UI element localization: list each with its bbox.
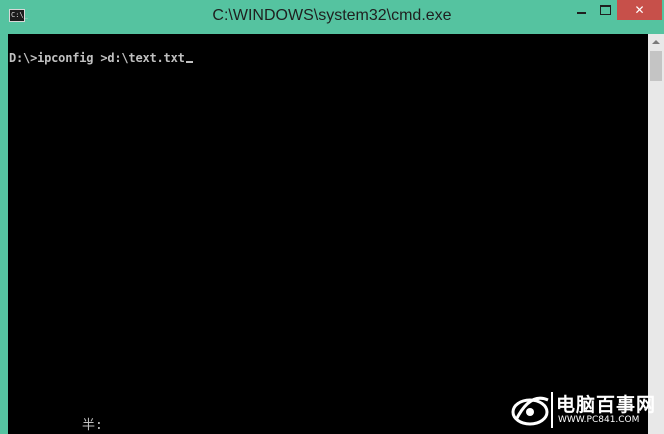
minimize-icon — [576, 12, 586, 14]
title-bar[interactable]: C:\_ C:\WINDOWS\system32\cmd.exe ✕ — [0, 0, 664, 34]
text-cursor — [185, 61, 193, 63]
scroll-thumb[interactable] — [650, 51, 662, 81]
watermark-site: WWW.PC841.COM — [558, 415, 640, 425]
console-output[interactable]: D:\>ipconfig >d:\text.txt 半: — [8, 34, 648, 434]
scroll-up-arrow-icon — [652, 40, 660, 44]
watermark-logo-icon — [511, 392, 553, 428]
ime-status-indicator: 半: — [82, 418, 103, 433]
maximize-icon — [599, 5, 611, 15]
command-line: D:\>ipconfig >d:\text.txt — [9, 51, 193, 65]
close-icon: ✕ — [634, 3, 645, 17]
cmd-window: C:\_ C:\WINDOWS\system32\cmd.exe ✕ D:\>i… — [0, 0, 664, 434]
watermark: 电脑百事网 WWW.PC841.COM — [510, 386, 664, 434]
window-title: C:\WINDOWS\system32\cmd.exe — [212, 7, 452, 24]
command-text: D:\>ipconfig >d:\text.txt — [9, 51, 185, 65]
scroll-up-button[interactable] — [648, 34, 664, 50]
watermark-brand: 电脑百事网 — [556, 394, 657, 416]
minimize-button[interactable] — [570, 0, 592, 20]
vertical-scrollbar[interactable] — [648, 34, 664, 434]
close-button[interactable]: ✕ — [617, 0, 662, 20]
maximize-button[interactable] — [594, 0, 616, 20]
